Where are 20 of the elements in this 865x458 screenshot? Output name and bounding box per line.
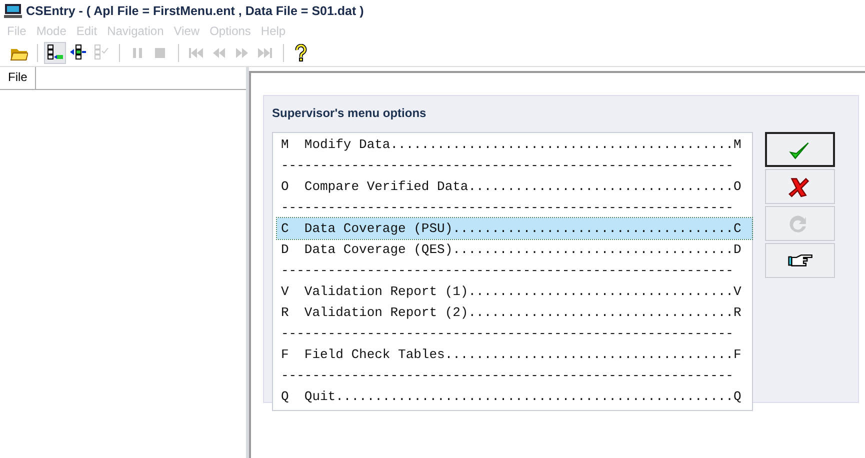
check-button[interactable] — [765, 132, 835, 167]
separator-line: ---------------------------------------------------------- — [280, 157, 734, 175]
menu-option[interactable]: Q Quit...................................................Q — [277, 386, 752, 407]
separator-line: ---------------------------------------------------------- — [280, 367, 734, 385]
separator-line: ---------------------------------------------------------- — [280, 262, 734, 280]
separator-line: ---------------------------------------------------------- — [280, 199, 734, 217]
window-title: CSEntry - ( Apl File = FirstMenu.ent , Data File = S01.dat ) — [26, 4, 364, 18]
menu-option[interactable]: V Validation Report (1)..................................V — [277, 281, 752, 302]
menu-option[interactable]: M Modify Data............................................M — [277, 134, 752, 155]
menu-option[interactable]: F Field Check Tables.....................................F — [277, 344, 752, 365]
add-record-icon[interactable] — [44, 42, 66, 64]
pointing-hand-button[interactable] — [765, 243, 835, 278]
computer-icon — [4, 4, 22, 18]
cross-button[interactable] — [765, 169, 835, 204]
menu-option[interactable]: C Data Coverage (PSU)....................................C — [277, 218, 752, 239]
dialog-title: Supervisor's menu options — [272, 106, 428, 120]
menu-option[interactable]: D Data Coverage (QES)....................................D — [277, 239, 752, 260]
menu-option[interactable]: R Validation Report (2)..................................R — [277, 302, 752, 323]
menu-option[interactable]: O Compare Verified Data..................................O — [277, 176, 752, 197]
separator-line: ---------------------------------------------------------- — [280, 325, 734, 343]
